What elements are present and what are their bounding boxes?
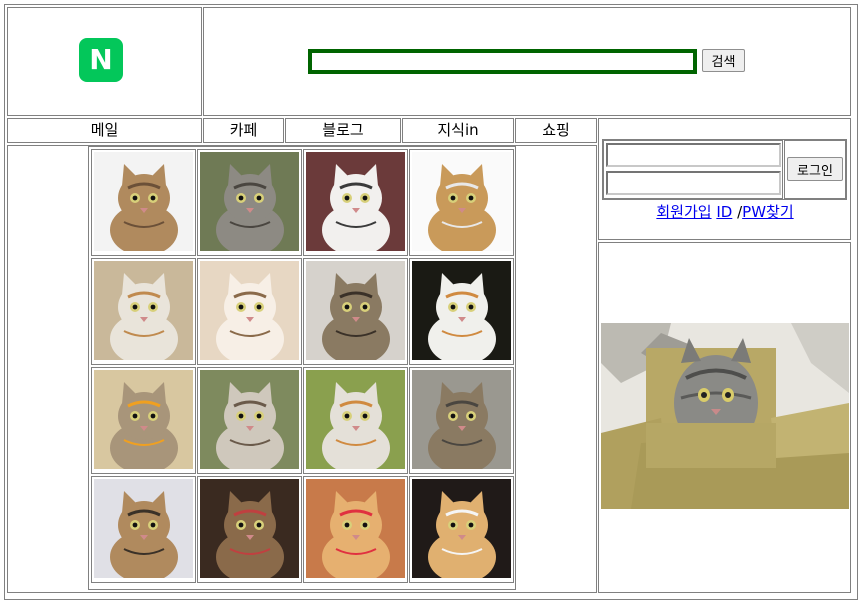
- calico-lying-photo: [306, 370, 405, 469]
- cat-box-image: [601, 323, 849, 509]
- account-links: 회원가입 ID /PW찾기: [600, 201, 850, 222]
- login-button[interactable]: 로그인: [787, 157, 843, 181]
- search-button[interactable]: 검색: [702, 49, 745, 72]
- gallery-cell: [91, 367, 196, 474]
- link-separator: /: [732, 203, 743, 221]
- fluffy-cat-closeup-photo: [200, 261, 299, 360]
- gallery-cell: [303, 367, 408, 474]
- gallery-cell: [409, 476, 514, 583]
- cat-gallery: [88, 146, 516, 590]
- gallery-cell: [409, 258, 514, 365]
- gallery-cell: [91, 149, 196, 256]
- gallery-cell: [197, 149, 302, 256]
- gallery-cell: [197, 258, 302, 365]
- gallery-cell: [197, 367, 302, 474]
- id-input[interactable]: [606, 143, 781, 167]
- nav-item-mail[interactable]: 메일: [7, 118, 202, 143]
- cat-in-cardboard-box-photo: [601, 323, 849, 509]
- gallery-cell: [303, 476, 408, 583]
- gallery-cell: [409, 149, 514, 256]
- cat-with-flower-photo: [94, 370, 193, 469]
- gallery-cell: [303, 149, 408, 256]
- hissing-tabby-photo: [306, 261, 405, 360]
- cat-in-box-photo: [94, 261, 193, 360]
- find-id-link[interactable]: ID: [716, 203, 732, 221]
- tabby-cat-photo: [200, 152, 299, 251]
- bengal-cat-photo: [94, 479, 193, 578]
- cat-in-lab-coat-photo: [412, 152, 511, 251]
- gallery-cell: [91, 476, 196, 583]
- nav-item-cafe[interactable]: 카페: [203, 118, 284, 143]
- kitten-waving-photo: [94, 152, 193, 251]
- gallery-cell: [303, 258, 408, 365]
- signup-link[interactable]: 회원가입: [656, 203, 711, 221]
- password-input[interactable]: [606, 171, 781, 195]
- white-cat-face-photo: [306, 152, 405, 251]
- cat-screaming-photo: [200, 479, 299, 578]
- nav-item-shopping[interactable]: 쇼핑: [515, 118, 597, 143]
- gallery-cell: [409, 367, 514, 474]
- gallery-cell: [197, 476, 302, 583]
- cat-with-lollipop-photo: [306, 479, 405, 578]
- fluffy-cat-walking-photo: [200, 370, 299, 469]
- search-input[interactable]: [308, 49, 697, 74]
- nav-item-blog[interactable]: 블로그: [285, 118, 401, 143]
- orange-white-cat-photo: [412, 479, 511, 578]
- logo-letter: N: [89, 43, 113, 76]
- tabby-portrait-photo: [412, 370, 511, 469]
- naver-logo-icon[interactable]: N: [79, 38, 123, 82]
- find-pw-link[interactable]: PW찾기: [742, 203, 793, 221]
- nav-item-kin[interactable]: 지식in: [402, 118, 514, 143]
- gallery-cell: [91, 258, 196, 365]
- calico-cat-photo: [412, 261, 511, 360]
